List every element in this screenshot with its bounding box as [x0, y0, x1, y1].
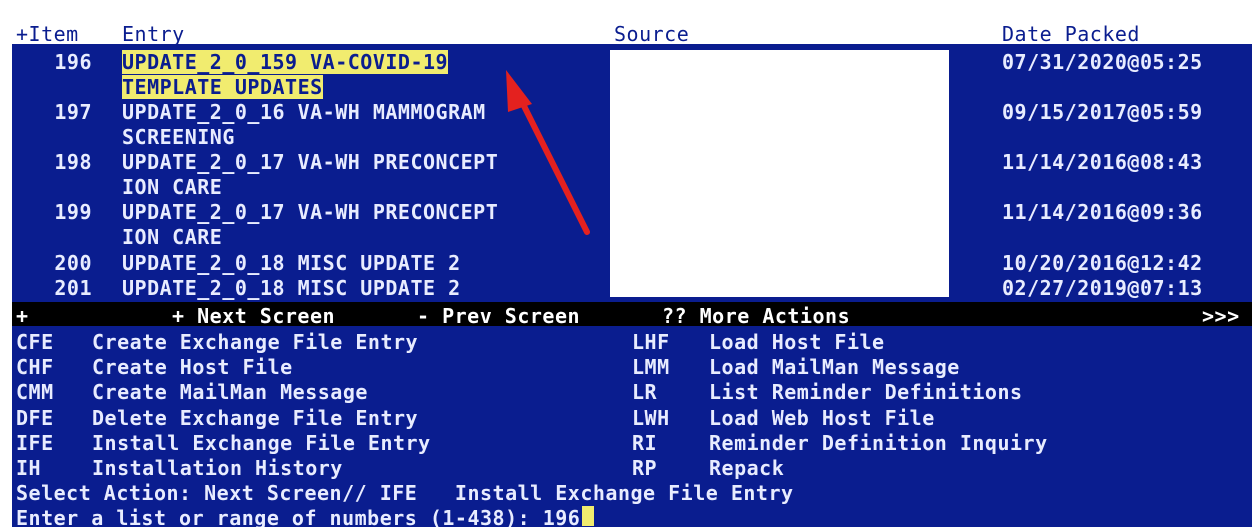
- terminal-screen: +Item Entry Source Date Packed 196 UPDAT…: [12, 20, 1252, 527]
- red-arrow-icon: [506, 70, 590, 235]
